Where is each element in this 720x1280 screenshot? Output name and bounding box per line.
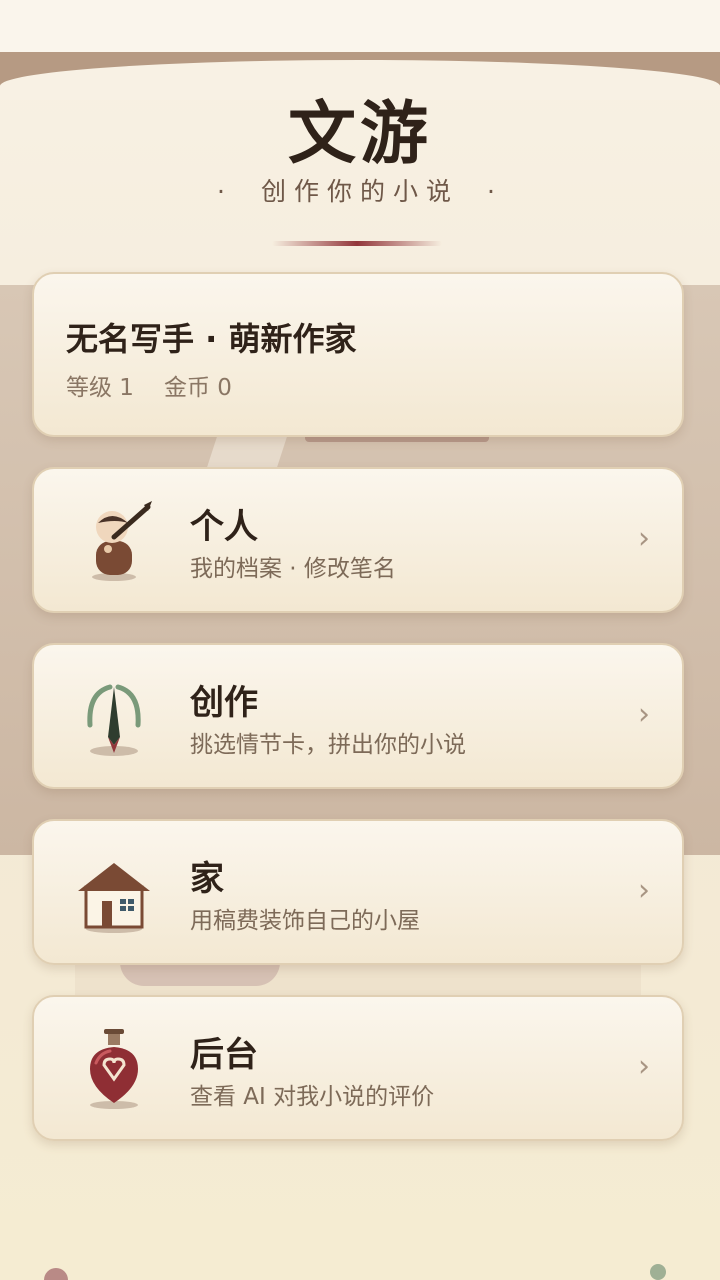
menu-item-backstage[interactable]: 后台 查看 AI 对我小说的评价 ›	[32, 995, 684, 1141]
background-strip	[206, 436, 288, 468]
chevron-right-icon: ›	[638, 521, 650, 556]
menu-item-label: 创作	[190, 683, 258, 723]
menu-item-desc: 我的档案 · 修改笔名	[190, 556, 396, 582]
menu-item-create[interactable]: 创作 挑选情节卡，拼出你的小说 ›	[32, 643, 684, 789]
chevron-right-icon: ›	[638, 697, 650, 732]
menu-item-desc: 挑选情节卡，拼出你的小说	[190, 732, 466, 758]
chevron-right-icon: ›	[638, 873, 650, 908]
app-title: 文游	[287, 94, 432, 174]
profile-name: 无名写手 · 萌新作家	[66, 320, 357, 358]
decor-dot-right	[650, 1264, 666, 1280]
house-icon	[74, 849, 154, 939]
writer-avatar-icon	[74, 497, 154, 587]
status-bar	[0, 0, 720, 52]
chevron-right-icon: ›	[638, 1049, 650, 1084]
profile-stats: 等级 1 金币 0	[66, 368, 262, 402]
menu-item-home[interactable]: 家 用稿费装饰自己的小屋 ›	[32, 819, 684, 965]
menu-item-label: 个人	[190, 507, 258, 547]
title-divider	[272, 241, 442, 246]
coins-label: 金币 0	[163, 375, 232, 401]
fountain-pen-icon	[74, 673, 154, 763]
background-house-roof	[120, 962, 280, 986]
subtitle-text: 创作你的小说	[260, 177, 459, 206]
menu-item-label: 后台	[190, 1035, 258, 1075]
menu-item-desc: 查看 AI 对我小说的评价	[190, 1084, 435, 1110]
profile-card[interactable]: 无名写手 · 萌新作家 等级 1 金币 0	[32, 272, 684, 437]
menu-item-personal[interactable]: 个人 我的档案 · 修改笔名 ›	[32, 467, 684, 613]
menu-item-desc: 用稿费装饰自己的小屋	[190, 908, 420, 934]
menu-item-label: 家	[190, 859, 224, 899]
level-label: 等级 1	[66, 375, 134, 401]
subtitle-dot-left: ·	[217, 177, 233, 206]
decor-dot-left	[44, 1268, 68, 1280]
subtitle-dot-right: ·	[487, 177, 503, 206]
app-subtitle: · 创作你的小说 ·	[0, 172, 720, 208]
potion-bottle-icon	[74, 1025, 154, 1115]
